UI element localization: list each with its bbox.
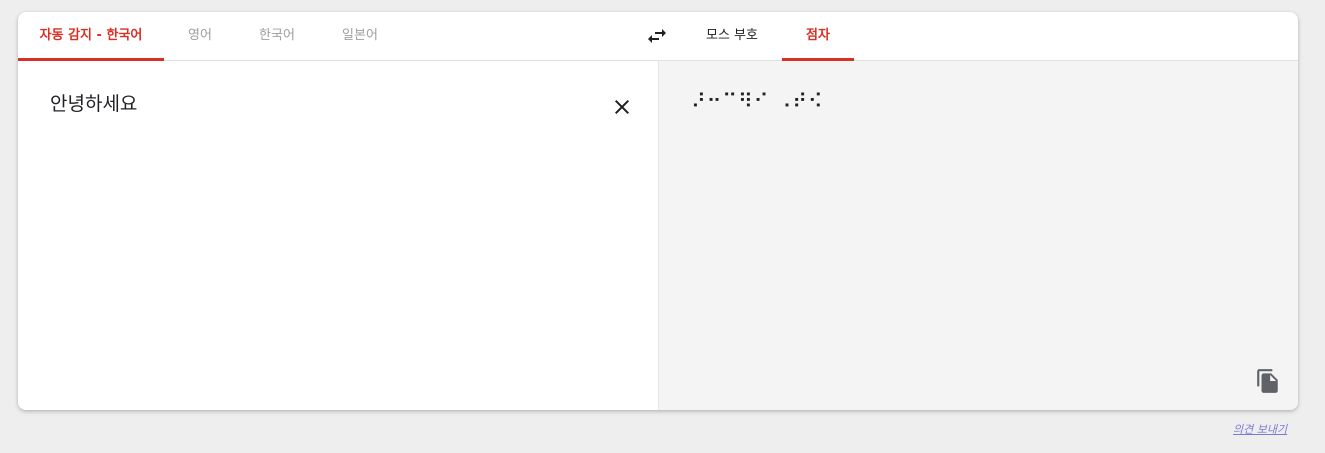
close-icon[interactable] [610,95,634,119]
source-pane: 안녕하세요 [18,61,659,410]
swap-icon[interactable] [645,24,669,48]
language-tab-bar: 자동 감지 - 한국어 영어 한국어 일본어 모스 부호 점자 [18,12,1298,61]
tab-source-english[interactable]: 영어 [164,12,236,60]
source-text-input[interactable]: 안녕하세요 [50,89,590,116]
tab-source-korean[interactable]: 한국어 [236,12,318,60]
translator-card: 자동 감지 - 한국어 영어 한국어 일본어 모스 부호 점자 안녕하세요 ⠜⠒… [18,12,1298,410]
result-pane: ⠜⠒⠉⠻⠊ ⠠⠞⠪ [659,61,1298,410]
copy-icon[interactable] [1255,368,1281,394]
translation-output: ⠜⠒⠉⠻⠊ ⠠⠞⠪ [691,89,824,113]
send-feedback-link[interactable]: 의견 보내기 [1233,421,1287,437]
tab-target-morse-code[interactable]: 모스 부호 [696,12,768,60]
tab-source-auto-detect[interactable]: 자동 감지 - 한국어 [18,12,164,61]
tab-source-japanese[interactable]: 일본어 [318,12,402,60]
tab-target-braille[interactable]: 점자 [782,12,854,61]
